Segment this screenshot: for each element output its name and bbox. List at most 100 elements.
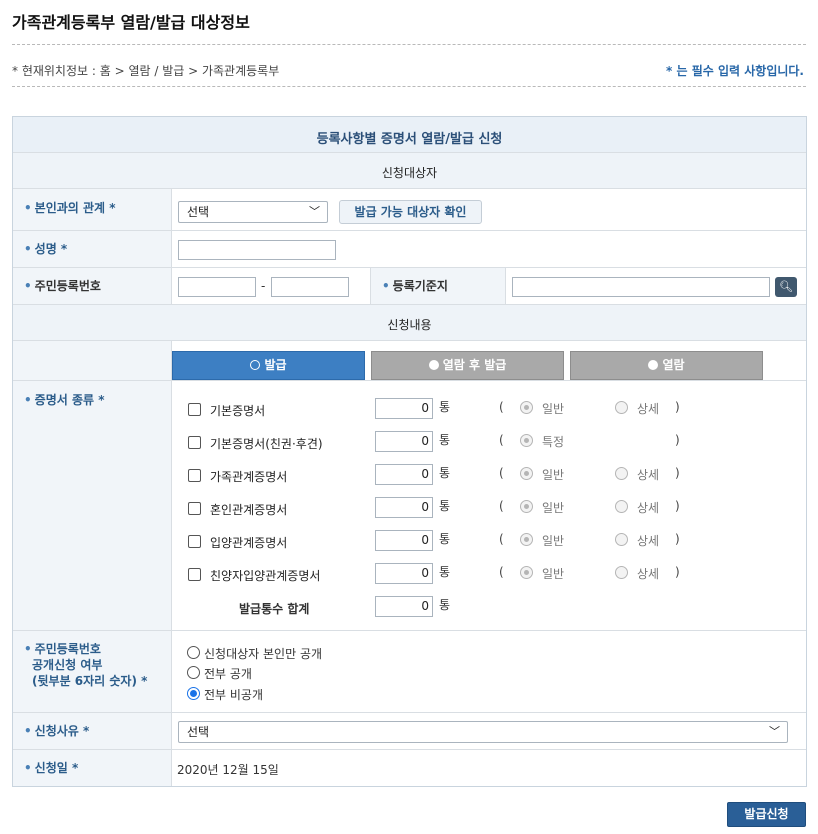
- row-cert-type: • 증명서 종류 * 기본증명서 0 통 ( 일반 상세 ) 기본증명서(친권·후…: [13, 381, 806, 631]
- label-cell: [13, 341, 172, 380]
- opt-detail-radio[interactable]: [615, 401, 628, 414]
- paren: ): [675, 565, 680, 579]
- section-content: 신청내용: [13, 305, 806, 341]
- opt-detail-radio[interactable]: [615, 467, 628, 480]
- check-eligible-button[interactable]: 발급 가능 대상자 확인: [339, 200, 482, 224]
- date-value: 2020년 12월 15일: [177, 763, 279, 777]
- tab-view-then-issue-label: 열람 후 발급: [442, 358, 507, 372]
- cert-name: 가족관계증명서: [210, 470, 288, 484]
- cert-row-full-adoption: 친양자입양관계증명서 0 통 ( 일반 상세 ): [188, 563, 748, 585]
- disclosure-option-label: 전부 비공개: [204, 688, 264, 702]
- cert-qty-input[interactable]: 0: [375, 398, 433, 419]
- disclosure-option-label: 전부 공개: [204, 667, 252, 681]
- rrn-label: • 주민등록번호: [24, 279, 101, 293]
- opt-general-radio[interactable]: [520, 533, 533, 546]
- reason-select[interactable]: 선택 ﹀: [178, 721, 788, 743]
- opt-specific-radio[interactable]: [520, 434, 533, 447]
- tab-issue-label: 발급: [264, 358, 287, 372]
- paren: (: [499, 532, 504, 546]
- tab-view-then-issue[interactable]: 열람 후 발급: [371, 351, 564, 380]
- tab-view-label: 열람: [662, 358, 685, 372]
- rrn-back-input[interactable]: [271, 277, 349, 297]
- opt-general-radio[interactable]: [520, 500, 533, 513]
- total-label: 발급통수 합계: [239, 602, 310, 616]
- search-icon[interactable]: 🔍︎: [775, 277, 797, 297]
- cert-type-label: • 증명서 종류 *: [24, 393, 105, 407]
- cert-checkbox[interactable]: [188, 403, 201, 416]
- cert-name: 기본증명서: [210, 404, 266, 418]
- paren: (: [499, 433, 504, 447]
- paren: ): [675, 433, 680, 447]
- unit-label: 통: [439, 598, 451, 612]
- label-cell: • 증명서 종류 *: [13, 381, 172, 630]
- cert-checkbox[interactable]: [188, 535, 201, 548]
- relation-select[interactable]: 선택 ﹀: [178, 201, 328, 223]
- radio-icon: [250, 360, 261, 370]
- radio-icon: [648, 360, 659, 370]
- opt-general-label: 일반: [542, 567, 565, 581]
- opt-detail-label: 상세: [637, 534, 660, 548]
- section-content-label: 신청내용: [387, 318, 432, 332]
- cert-row-total: 발급통수 합계 0 통: [188, 596, 748, 618]
- unit-label: 통: [439, 499, 451, 513]
- radio-icon[interactable]: [187, 666, 200, 679]
- opt-detail-radio[interactable]: [615, 500, 628, 513]
- section-target: 신청대상자: [13, 153, 806, 189]
- page-title: 가족관계등록부 열람/발급 대상정보: [12, 13, 250, 32]
- cert-checkbox[interactable]: [188, 568, 201, 581]
- reg-base-label-cell: • 등록기준지: [370, 268, 506, 304]
- cert-checkbox[interactable]: [188, 502, 201, 515]
- row-reason: • 신청사유 * 선택 ﹀: [13, 713, 806, 750]
- row-rrn-disclosure: • 주민등록번호 공개신청 여부 (뒷부분 6자리 숫자) * 신청대상자 본인만…: [13, 631, 806, 713]
- rrn-disclosure-label: • 주민등록번호 공개신청 여부 (뒷부분 6자리 숫자) *: [24, 642, 148, 688]
- unit-label: 통: [439, 433, 451, 447]
- relation-label: • 본인과의 관계 *: [24, 201, 116, 215]
- total-qty: 0: [375, 596, 433, 617]
- tab-issue[interactable]: 발급: [172, 351, 365, 380]
- reason-select-value: 선택: [187, 725, 210, 739]
- opt-general-label: 일반: [542, 501, 565, 515]
- paren: (: [499, 400, 504, 414]
- cert-qty-input[interactable]: 0: [375, 464, 433, 485]
- opt-specific-label: 특정: [542, 435, 565, 449]
- rrn-front-input[interactable]: [178, 277, 256, 297]
- disclosure-option-label: 신청대상자 본인만 공개: [204, 647, 323, 661]
- opt-detail-radio[interactable]: [615, 533, 628, 546]
- cert-qty-input[interactable]: 0: [375, 497, 433, 518]
- opt-general-radio[interactable]: [520, 467, 533, 480]
- opt-general-label: 일반: [542, 534, 565, 548]
- paren: ): [675, 532, 680, 546]
- opt-general-radio[interactable]: [520, 401, 533, 414]
- paren: ): [675, 400, 680, 414]
- name-input[interactable]: [178, 240, 336, 260]
- reg-base-input[interactable]: [512, 277, 770, 297]
- row-date: • 신청일 * 2020년 12월 15일: [13, 750, 806, 786]
- cert-name: 기본증명서(친권·후견): [210, 437, 323, 451]
- cert-checkbox[interactable]: [188, 436, 201, 449]
- cert-row-adoption: 입양관계증명서 0 통 ( 일반 상세 ): [188, 530, 748, 552]
- breadcrumb: * 현재위치정보 : 홈 > 열람 / 발급 > 가족관계등록부: [12, 64, 280, 78]
- radio-icon: [428, 360, 439, 370]
- cert-row-basic-guardian: 기본증명서(친권·후견) 0 통 ( 특정 ): [188, 431, 748, 453]
- required-note: * 는 필수 입력 사항입니다.: [666, 64, 804, 78]
- application-form: 등록사항별 증명서 열람/발급 신청 신청대상자 • 본인과의 관계 * 선택 ﹀…: [12, 116, 807, 787]
- cert-qty-input[interactable]: 0: [375, 431, 433, 452]
- paren: (: [499, 466, 504, 480]
- label-cell: • 신청사유 *: [13, 713, 172, 749]
- form-header: 등록사항별 증명서 열람/발급 신청: [13, 117, 806, 153]
- cert-name: 친양자입양관계증명서: [210, 569, 321, 583]
- tab-view[interactable]: 열람: [570, 351, 763, 380]
- cert-checkbox[interactable]: [188, 469, 201, 482]
- label-cell: • 성명 *: [13, 231, 172, 267]
- submit-button[interactable]: 발급신청: [727, 802, 806, 827]
- opt-general-radio[interactable]: [520, 566, 533, 579]
- radio-icon[interactable]: [187, 687, 200, 700]
- radio-icon[interactable]: [187, 646, 200, 659]
- opt-detail-radio[interactable]: [615, 566, 628, 579]
- reason-label: • 신청사유 *: [24, 724, 90, 738]
- label-cell: • 신청일 *: [13, 750, 172, 786]
- row-name: • 성명 *: [13, 231, 806, 268]
- label-cell: • 주민등록번호 공개신청 여부 (뒷부분 6자리 숫자) *: [13, 631, 172, 712]
- cert-qty-input[interactable]: 0: [375, 530, 433, 551]
- cert-qty-input[interactable]: 0: [375, 563, 433, 584]
